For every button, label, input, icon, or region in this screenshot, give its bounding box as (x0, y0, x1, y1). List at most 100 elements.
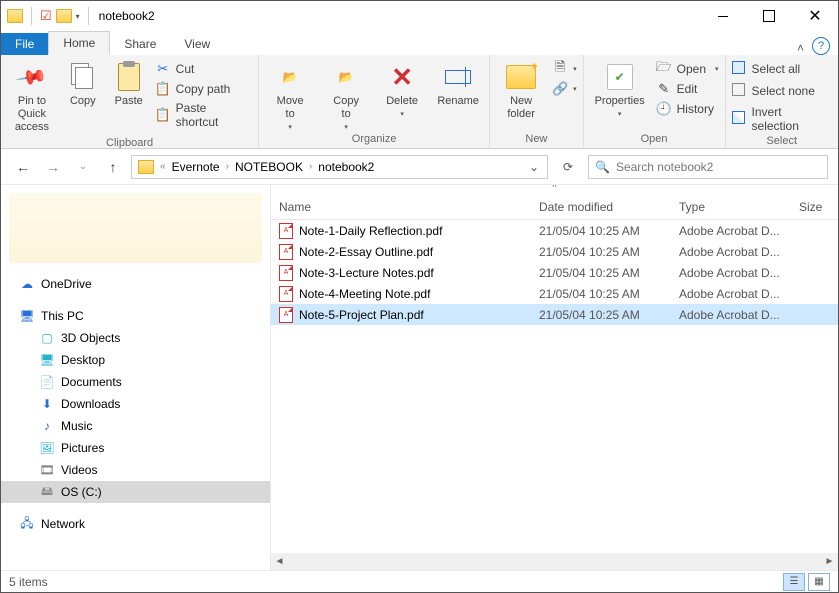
file-name: Note-1-Daily Reflection.pdf (299, 224, 442, 238)
tree-item[interactable]: 🖥Desktop (1, 349, 270, 371)
open-button[interactable]: 🗁Open▾ (656, 61, 719, 77)
folder-icon[interactable] (56, 9, 72, 23)
maximize-button[interactable] (746, 1, 792, 31)
pin-to-quick-access-button[interactable]: 📌 Pin to Quick access (7, 57, 57, 135)
file-date: 21/05/04 10:25 AM (531, 266, 671, 280)
copy-to-icon: 📂 (330, 61, 362, 93)
file-type: Adobe Acrobat D... (671, 245, 791, 259)
tree-item[interactable]: 🎞Videos (1, 459, 270, 481)
tree-item[interactable]: 🖼 Pictures (1, 437, 270, 459)
copy-path-icon: 📋 (155, 81, 171, 97)
tree-onedrive[interactable]: ☁OneDrive (1, 273, 270, 295)
share-tab[interactable]: Share (110, 33, 170, 55)
properties-button[interactable]: Properties ▾ (590, 57, 650, 118)
chevron-right-icon[interactable]: › (224, 161, 231, 172)
move-to-button[interactable]: 📂 Move to ▾ (265, 57, 315, 131)
history-icon: 🕘 (656, 101, 672, 117)
file-row[interactable]: ANote-4-Meeting Note.pdf21/05/04 10:25 A… (271, 283, 838, 304)
new-folder-button[interactable]: New folder (496, 57, 546, 121)
cut-button[interactable]: ✂Cut (155, 61, 252, 77)
tree-item-icon: 🖼 (39, 440, 55, 456)
easy-access-button[interactable]: 🔗▾ (552, 81, 577, 97)
rename-button[interactable]: Rename (433, 57, 483, 108)
help-icon[interactable]: ? (812, 37, 830, 55)
pdf-icon: A (279, 223, 293, 239)
properties-check-icon[interactable]: ☑ (40, 8, 52, 24)
col-type[interactable]: Type (671, 200, 791, 214)
clipboard-group: 📌 Pin to Quick access Copy Paste ✂Cut 📋C… (1, 55, 259, 148)
col-name[interactable]: Name (271, 200, 531, 214)
new-item-icon: 🗎 (552, 61, 568, 77)
paste-shortcut-button[interactable]: 📋Paste shortcut (155, 101, 252, 129)
tree-item-label: Pictures (61, 441, 104, 455)
col-size[interactable]: Size (791, 200, 831, 214)
tree-item-label: Videos (61, 463, 97, 477)
close-button[interactable]: ✕ (792, 1, 838, 31)
edit-button[interactable]: ✎Edit (656, 81, 719, 97)
minimize-ribbon-icon[interactable]: ˄ (789, 41, 812, 55)
up-button[interactable]: ↑ (101, 155, 125, 179)
file-row[interactable]: ANote-1-Daily Reflection.pdf21/05/04 10:… (271, 220, 838, 241)
forward-button[interactable]: → (41, 155, 65, 179)
scroll-left-icon[interactable]: ◄ (271, 556, 288, 567)
file-row[interactable]: ANote-2-Essay Outline.pdf21/05/04 10:25 … (271, 241, 838, 262)
paste-button[interactable]: Paste (109, 57, 149, 108)
tree-this-pc[interactable]: 🖥This PC (1, 305, 270, 327)
new-item-button[interactable]: 🗎▾ (552, 61, 577, 77)
tree-item-icon: 🖴 (39, 484, 55, 500)
tree-item[interactable]: ♪Music (1, 415, 270, 437)
file-row[interactable]: ANote-3-Lecture Notes.pdf21/05/04 10:25 … (271, 262, 838, 283)
tree-network[interactable]: 🖧Network (1, 513, 270, 535)
network-icon: 🖧 (19, 516, 35, 532)
tree-item-icon: ⬇ (39, 396, 55, 412)
minimize-button[interactable] (700, 1, 746, 31)
paste-shortcut-icon: 📋 (155, 107, 171, 123)
file-date: 21/05/04 10:25 AM (531, 287, 671, 301)
rename-icon (445, 70, 471, 84)
crumb-notebook[interactable]: NOTEBOOK (231, 160, 307, 174)
icons-view-button[interactable]: ▦ (808, 573, 830, 591)
delete-icon: ✕ (386, 61, 418, 93)
view-tab[interactable]: View (170, 33, 224, 55)
title-bar: ☑ ▾ notebook2 ✕ (1, 1, 838, 31)
details-view-button[interactable]: ☰ (783, 573, 805, 591)
home-tab[interactable]: Home (48, 31, 110, 55)
invert-selection-button[interactable]: Invert selection (732, 105, 832, 133)
select-none-button[interactable]: Select none (732, 83, 832, 99)
pdf-icon: A (279, 265, 293, 281)
col-date[interactable]: Date modified (531, 200, 671, 214)
copy-to-button[interactable]: 📂 Copy to ▾ (321, 57, 371, 131)
search-placeholder: Search notebook2 (616, 160, 713, 174)
back-button[interactable]: ← (11, 155, 35, 179)
tree-item[interactable]: 📄Documents (1, 371, 270, 393)
file-tab[interactable]: File (1, 33, 48, 55)
navigation-tree[interactable]: ☁OneDrive 🖥This PC ▢3D Objects🖥Desktop📄D… (1, 185, 271, 570)
history-button[interactable]: 🕘History (656, 101, 719, 117)
invert-selection-icon (732, 111, 747, 127)
qat-dropdown-icon[interactable]: ▾ (76, 12, 80, 21)
pdf-icon: A (279, 244, 293, 260)
horizontal-scrollbar[interactable]: ◄ ► (271, 553, 838, 570)
tree-item-icon: 📄 (39, 374, 55, 390)
folder-icon[interactable] (7, 9, 23, 23)
refresh-button[interactable]: ⟳ (554, 160, 582, 174)
chevron-right-icon[interactable]: › (307, 161, 314, 172)
crumb-evernote[interactable]: Evernote (168, 160, 224, 174)
file-row[interactable]: ANote-5-Project Plan.pdf21/05/04 10:25 A… (271, 304, 838, 325)
tree-item[interactable]: ⬇Downloads (1, 393, 270, 415)
breadcrumb[interactable]: « Evernote › NOTEBOOK › notebook2 ⌄ (131, 155, 548, 179)
scissors-icon: ✂ (155, 61, 171, 77)
chevron-right-icon[interactable]: « (158, 161, 168, 172)
select-all-button[interactable]: Select all (732, 61, 832, 77)
copy-path-button[interactable]: 📋Copy path (155, 81, 252, 97)
delete-button[interactable]: ✕ Delete ▾ (377, 57, 427, 118)
scroll-right-icon[interactable]: ► (821, 556, 838, 567)
tree-item[interactable]: 🖴OS (C:) (1, 481, 270, 503)
properties-icon (607, 64, 633, 90)
tree-item[interactable]: ▢3D Objects (1, 327, 270, 349)
search-input[interactable]: 🔍 Search notebook2 (588, 155, 828, 179)
address-dropdown-icon[interactable]: ⌄ (523, 160, 545, 174)
recent-locations-button[interactable]: ⌄ (71, 155, 95, 179)
crumb-notebook2[interactable]: notebook2 (314, 160, 378, 174)
copy-button[interactable]: Copy (63, 57, 103, 108)
